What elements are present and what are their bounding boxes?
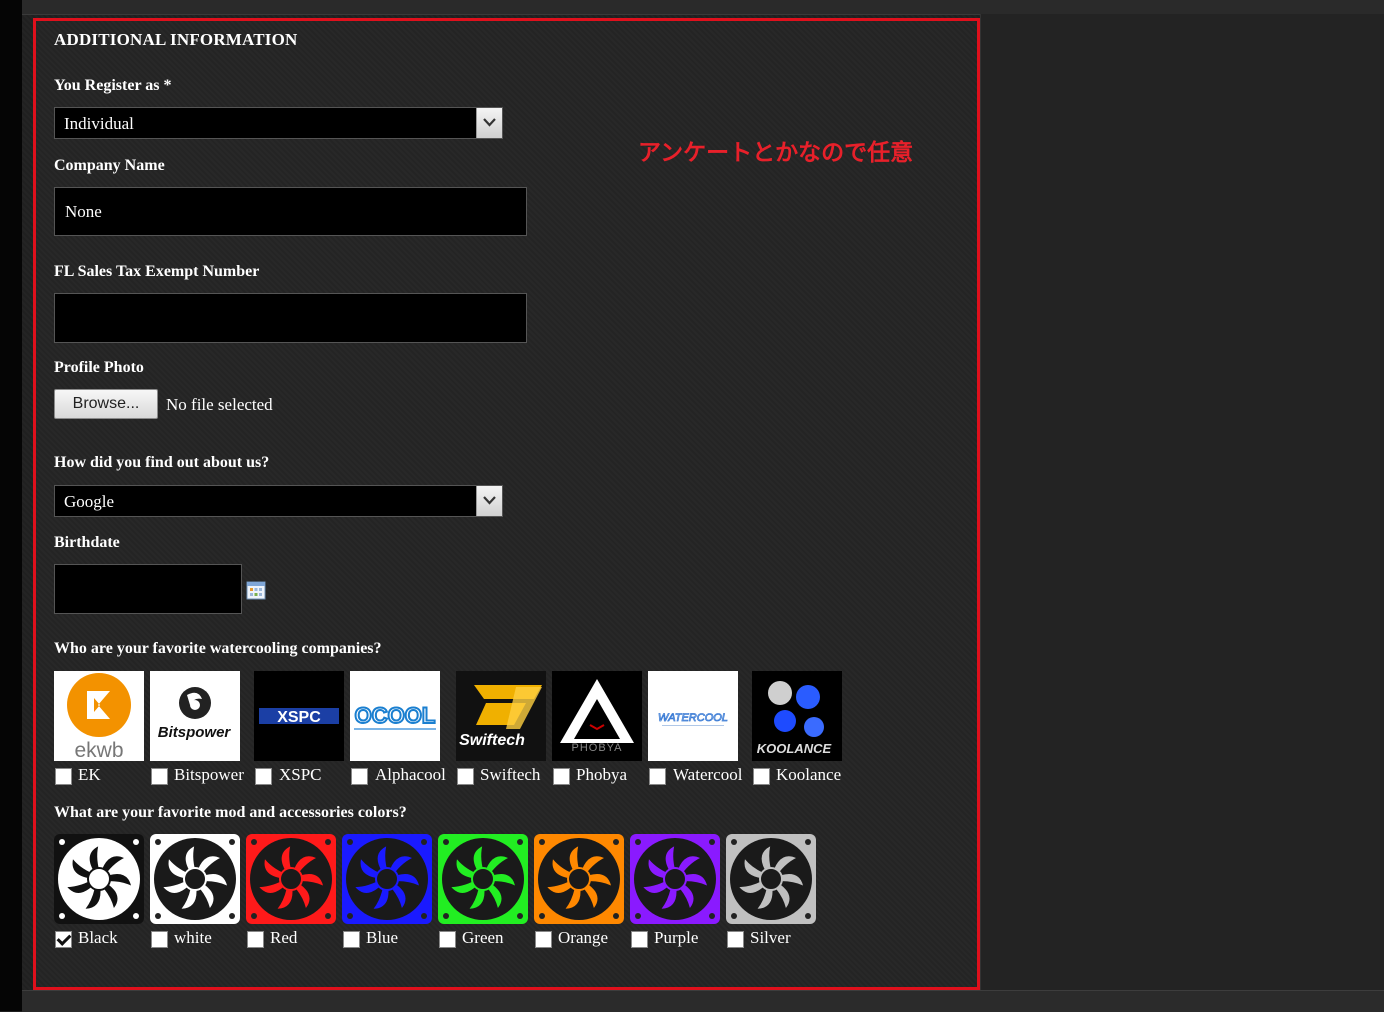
checkbox-alphacool[interactable]	[351, 768, 368, 785]
checkbox-koolance[interactable]	[753, 768, 770, 785]
label-ek: EK	[78, 765, 101, 784]
phobya-logo: PHOBYA	[552, 671, 642, 761]
section-title: ADDITIONAL INFORMATION	[54, 30, 298, 49]
fan-swatch-green	[438, 834, 528, 924]
label-white: white	[174, 928, 212, 947]
svg-text:WATERCOOL: WATERCOOL	[658, 712, 728, 724]
checkbox-silver[interactable]	[727, 931, 744, 948]
label-blue: Blue	[366, 928, 399, 947]
checkbox-ek[interactable]	[55, 768, 72, 785]
checkbox-xspc[interactable]	[255, 768, 272, 785]
fan-swatch-silver	[726, 834, 816, 924]
annotation-note: アンケートとかなので任意	[638, 140, 914, 166]
fan-swatch-purple	[630, 834, 720, 924]
birthdate-input[interactable]	[54, 564, 242, 614]
find-out-label: How did you find out about us?	[54, 454, 270, 471]
checkbox-bitspower[interactable]	[151, 768, 168, 785]
fan-swatch-blue	[342, 834, 432, 924]
checkbox-green[interactable]	[439, 931, 456, 948]
bitspower-logo: Bitspower	[150, 671, 240, 761]
checkbox-purple[interactable]	[631, 931, 648, 948]
label-silver: Silver	[750, 928, 791, 947]
label-swiftech: Swiftech	[480, 765, 541, 784]
company-name-label: Company Name	[54, 157, 165, 174]
label-purple: Purple	[654, 928, 699, 947]
koolance-logo: KOOLANCE	[752, 671, 842, 761]
chevron-down-icon	[476, 486, 502, 516]
xspc-logo: XSPC	[254, 671, 344, 761]
label-green: Green	[462, 928, 504, 947]
label-koolance: Koolance	[776, 765, 842, 784]
label-bitspower: Bitspower	[174, 765, 244, 784]
fan-swatch-orange	[534, 834, 624, 924]
calendar-icon[interactable]	[246, 580, 266, 600]
svg-text:Bitspower: Bitspower	[158, 724, 232, 741]
left-bar	[0, 0, 22, 1011]
checkbox-red[interactable]	[247, 931, 264, 948]
profile-photo-label: Profile Photo	[54, 359, 144, 376]
checkbox-white[interactable]	[151, 931, 168, 948]
checkbox-black[interactable]	[55, 931, 72, 948]
birthdate-label: Birthdate	[54, 534, 120, 551]
colors-label: What are your favorite mod and accessori…	[54, 804, 407, 821]
svg-text:ekwb: ekwb	[74, 739, 123, 761]
find-out-select[interactable]: Google	[54, 485, 503, 517]
tax-exempt-input[interactable]	[54, 293, 527, 343]
checkbox-orange[interactable]	[535, 931, 552, 948]
checkbox-swiftech[interactable]	[457, 768, 474, 785]
svg-text:KOOLANCE: KOOLANCE	[757, 741, 832, 756]
checkbox-watercool[interactable]	[649, 768, 666, 785]
watercool-logo: WATERCOOL	[648, 671, 738, 761]
companies-label: Who are your favorite watercooling compa…	[54, 640, 382, 657]
label-red: Red	[270, 928, 298, 947]
ek-logo: ekwb	[54, 671, 144, 761]
right-panel	[980, 14, 1384, 990]
register-as-value: Individual	[64, 114, 134, 133]
label-orange: Orange	[558, 928, 609, 947]
fan-swatch-white	[150, 834, 240, 924]
bottom-strip	[22, 990, 1384, 1012]
checkbox-phobya[interactable]	[553, 768, 570, 785]
company-name-input[interactable]	[54, 187, 527, 236]
svg-text:Swiftech: Swiftech	[459, 732, 525, 749]
label-alphacool: Alphacool	[375, 765, 446, 784]
browse-button[interactable]: Browse...	[54, 389, 158, 419]
svg-text:XSPC: XSPC	[277, 709, 321, 726]
svg-text:PHOBYA: PHOBYA	[571, 742, 622, 754]
tax-exempt-label: FL Sales Tax Exempt Number	[54, 263, 260, 280]
label-black: Black	[78, 928, 118, 947]
label-phobya: Phobya	[576, 765, 627, 784]
register-as-label: You Register as *	[54, 77, 172, 94]
register-as-select[interactable]: Individual	[54, 107, 503, 139]
chevron-down-icon	[476, 108, 502, 138]
label-xspc: XSPC	[279, 765, 322, 784]
file-status: No file selected	[166, 395, 273, 414]
label-watercool: Watercool	[673, 765, 743, 784]
alphacool-logo: OCOOL	[350, 671, 440, 761]
fan-swatch-black	[54, 834, 144, 924]
find-out-value: Google	[64, 492, 115, 511]
fan-swatch-red	[246, 834, 336, 924]
swiftech-logo: Swiftech	[456, 671, 546, 761]
svg-text:OCOOL: OCOOL	[355, 703, 436, 728]
top-strip	[0, 0, 1384, 15]
checkbox-blue[interactable]	[343, 931, 360, 948]
